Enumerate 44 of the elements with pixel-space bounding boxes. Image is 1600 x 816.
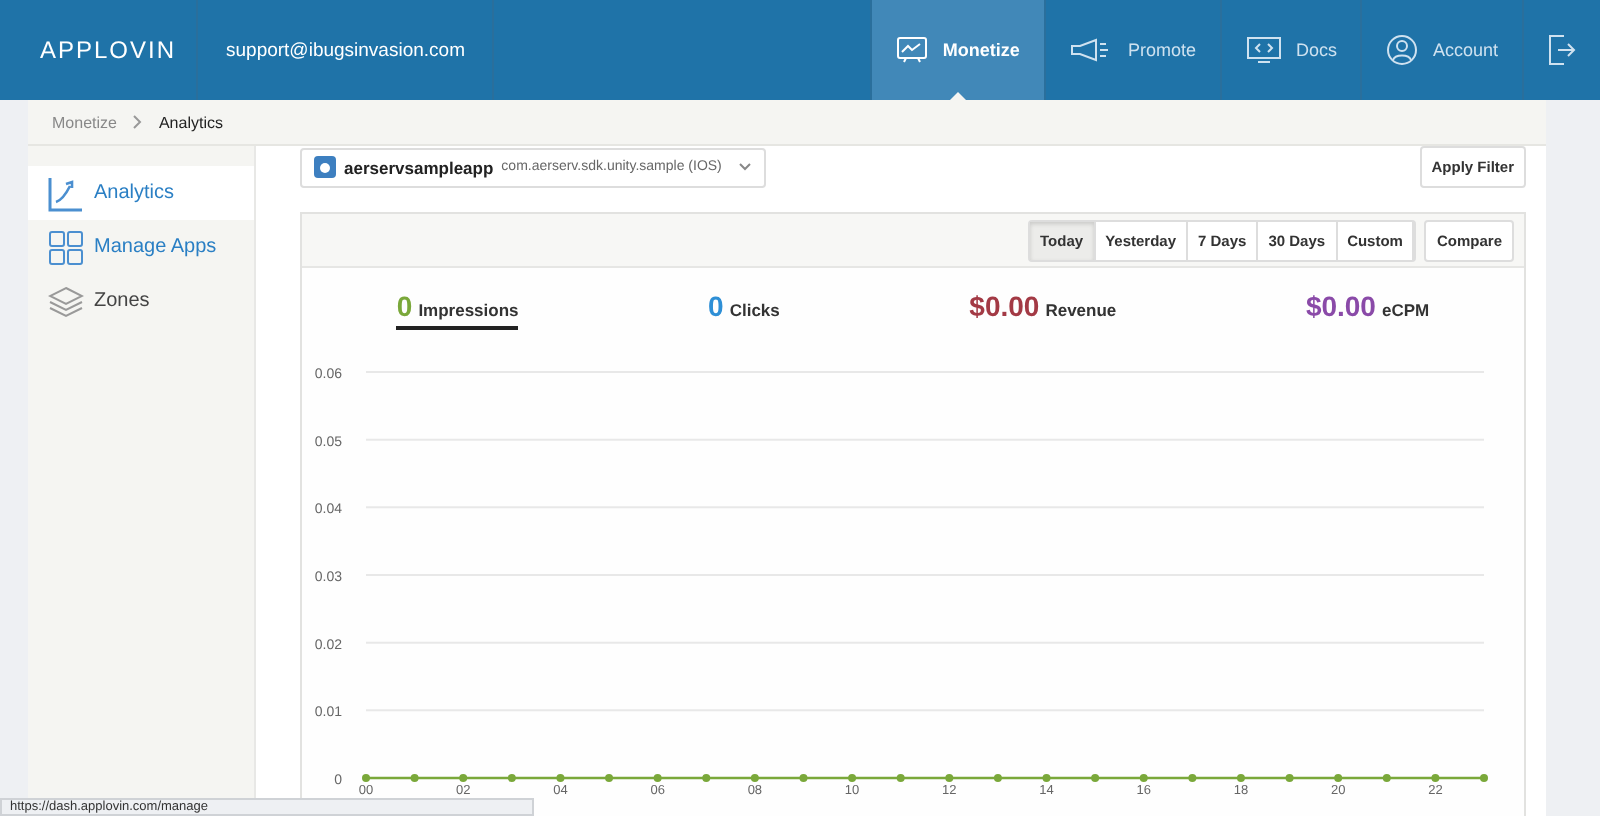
data-point bbox=[1334, 774, 1343, 782]
data-point bbox=[799, 774, 808, 782]
data-point bbox=[556, 774, 565, 782]
data-point bbox=[1285, 774, 1294, 782]
layers-icon bbox=[48, 285, 84, 317]
chevron-icon bbox=[132, 114, 143, 130]
chart-icon bbox=[48, 175, 84, 211]
data-point bbox=[1091, 774, 1100, 782]
sidebar-item[interactable]: Manage Apps bbox=[28, 220, 254, 274]
nav-tab[interactable]: Monetize bbox=[870, 0, 1044, 100]
data-point bbox=[410, 774, 419, 782]
data-point bbox=[362, 774, 370, 782]
data-point bbox=[1188, 774, 1197, 782]
code-screen-icon bbox=[1245, 36, 1282, 64]
data-point bbox=[848, 774, 857, 782]
data-point bbox=[896, 774, 905, 782]
data-point bbox=[653, 774, 662, 782]
logo-text: APPLOVIN bbox=[40, 36, 177, 64]
monitor-chart-icon bbox=[896, 36, 929, 64]
app-icon bbox=[314, 156, 336, 178]
megaphone-icon bbox=[1069, 38, 1114, 62]
data-point bbox=[993, 774, 1002, 782]
data-point bbox=[945, 774, 954, 782]
metric-tab[interactable]: 0 Clicks bbox=[708, 290, 780, 330]
data-point bbox=[1480, 774, 1488, 782]
sidebar-item[interactable]: Analytics bbox=[28, 166, 254, 220]
metric-tab[interactable]: $0.00 eCPM bbox=[1305, 290, 1430, 330]
metric-tab[interactable]: 0 Impressions bbox=[396, 290, 519, 330]
caret-icon bbox=[737, 162, 752, 172]
data-point bbox=[507, 774, 516, 782]
data-point bbox=[702, 774, 711, 782]
metric-tab[interactable]: $0.00 Revenue bbox=[969, 290, 1117, 330]
data-point bbox=[1431, 774, 1440, 782]
data-point bbox=[1042, 774, 1051, 782]
logout-icon bbox=[1548, 34, 1576, 66]
data-point bbox=[1236, 774, 1245, 782]
data-point bbox=[750, 774, 759, 782]
data-point bbox=[1382, 774, 1391, 782]
data-point bbox=[1139, 774, 1148, 782]
data-point bbox=[459, 774, 468, 782]
user-icon bbox=[1386, 34, 1419, 66]
grid-icon bbox=[48, 229, 84, 265]
sidebar-item[interactable]: Zones bbox=[28, 274, 254, 328]
data-point bbox=[605, 774, 614, 782]
